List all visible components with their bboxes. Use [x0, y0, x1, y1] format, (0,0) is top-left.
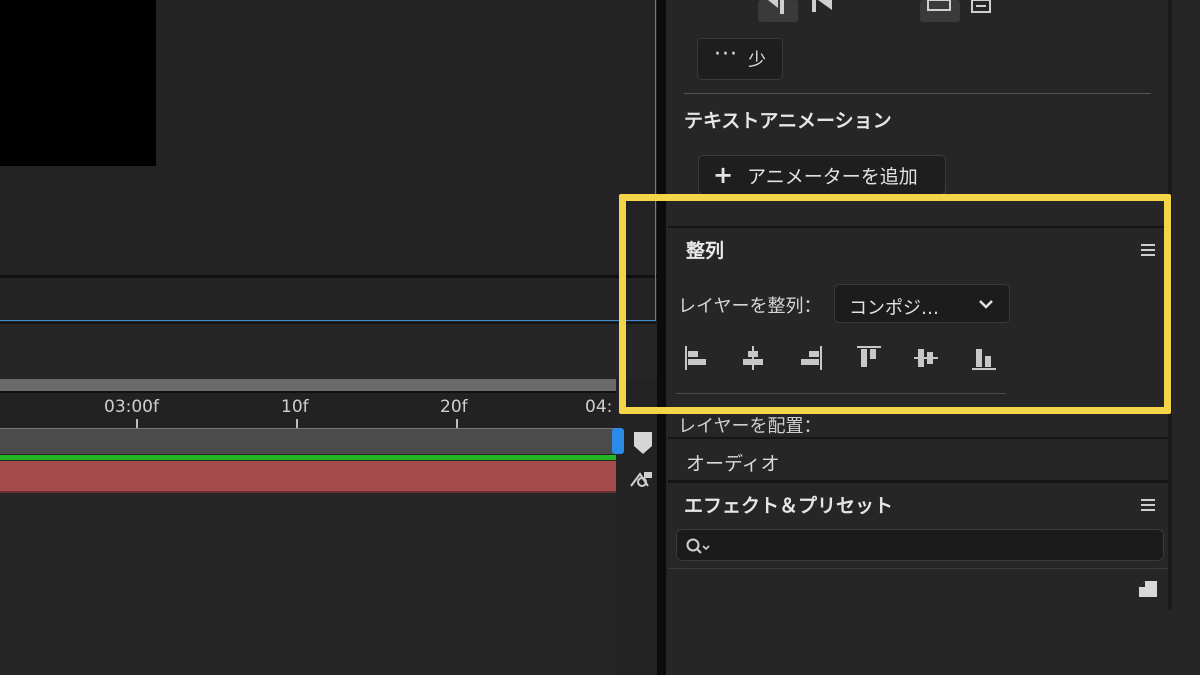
- ruler-tick-label: 20f: [440, 397, 468, 417]
- ruler-tick: [296, 419, 298, 428]
- panel-divider: [668, 480, 1172, 483]
- ruler-tick-label: 10f: [281, 397, 309, 417]
- panel-toggle-button[interactable]: [920, 0, 960, 22]
- composition-viewer[interactable]: [0, 0, 660, 322]
- playhead-handle[interactable]: [612, 428, 624, 454]
- ruler-tick-label: 04:: [585, 397, 613, 417]
- add-animator-label: アニメーターを追加: [747, 165, 918, 188]
- previous-frame-button[interactable]: [804, 0, 838, 22]
- first-frame-button[interactable]: [758, 0, 798, 22]
- section-divider: [684, 93, 1151, 94]
- panel-divider: [668, 437, 1172, 439]
- timeline-side-gutter: [616, 378, 660, 675]
- section-divider: [668, 568, 1172, 569]
- ruler-tick-label: 03:00f: [104, 397, 159, 417]
- timeline-panel: 03:00f 10f 20f 04:: [0, 322, 660, 675]
- less-button[interactable]: ··· 少: [697, 38, 783, 80]
- distribute-layers-label: レイヤーを配置：: [678, 416, 822, 437]
- add-animator-button[interactable]: + アニメーターを追加: [698, 155, 946, 195]
- panel-layout-button[interactable]: [968, 0, 996, 22]
- work-area-bar[interactable]: [0, 379, 616, 393]
- timeline-header: [0, 322, 660, 378]
- ruler-tick: [136, 419, 138, 428]
- graph-editor-icon[interactable]: [628, 468, 654, 490]
- effects-presets-title: エフェクト＆プリセット: [684, 495, 894, 517]
- panel-layout-alt-icon: [971, 0, 991, 13]
- plus-icon: +: [713, 161, 734, 189]
- audio-waveform-track[interactable]: [0, 455, 616, 460]
- ellipsis-icon: ···: [714, 42, 738, 67]
- time-ruler[interactable]: 03:00f 10f 20f 04:: [0, 393, 616, 428]
- effects-panel-menu-icon[interactable]: [1141, 499, 1155, 511]
- ruler-tick: [456, 419, 458, 428]
- work-area-end-marker-icon[interactable]: [632, 430, 654, 456]
- layer-track-row[interactable]: [0, 428, 616, 454]
- first-frame-icon: [768, 0, 784, 14]
- composition-frame-border: [0, 0, 656, 321]
- search-icon[interactable]: [685, 537, 713, 555]
- less-button-label: 少: [747, 50, 766, 71]
- panel-layout-icon: [927, 0, 951, 11]
- effects-search-input[interactable]: [676, 529, 1164, 561]
- previous-frame-icon: [812, 0, 832, 12]
- text-animation-heading: テキストアニメーション: [684, 110, 892, 132]
- new-bin-icon[interactable]: [1137, 579, 1159, 599]
- audio-panel-title[interactable]: オーディオ: [686, 449, 780, 476]
- highlight-box: [619, 194, 1171, 414]
- layer-duration-bar[interactable]: [0, 461, 616, 493]
